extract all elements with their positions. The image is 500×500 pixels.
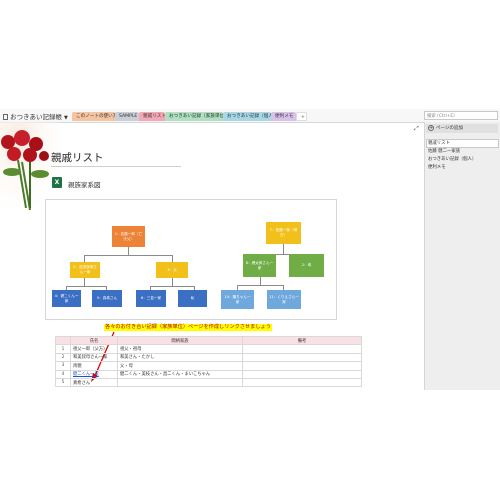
tab-memo[interactable]: 便利メモ xyxy=(271,112,296,121)
cell-name[interactable]: 和美叔母さん一家 xyxy=(70,352,118,363)
tree-node: 4：健二くん一家 xyxy=(52,290,81,307)
table-row: 2 和美叔母さん一家 和美さん・たかし xyxy=(55,352,362,363)
family-page-link[interactable]: 健二くん一家 xyxy=(73,372,99,377)
title-divider xyxy=(51,166,181,167)
column-header: 氏名 xyxy=(70,335,118,346)
cell-name[interactable]: 真希さん xyxy=(70,377,118,388)
table-header-row: 氏名 間柄家族 備考 xyxy=(55,335,362,346)
tab-records-family[interactable]: おつきあい記録（家族単位） xyxy=(165,112,229,121)
notebook-title: おつきあい記録帳 xyxy=(10,113,62,121)
cell-note[interactable] xyxy=(242,344,362,354)
page-item[interactable]: 佐藤 健二一家族 xyxy=(428,148,460,154)
tab-howto[interactable]: このノートの使い方 xyxy=(72,112,117,121)
tree-node: 5：真希さん xyxy=(92,290,122,307)
tree-node: 3：父 xyxy=(156,262,188,278)
connector xyxy=(237,285,283,286)
cell-relation[interactable] xyxy=(117,377,243,388)
relatives-table: 氏名 間柄家族 備考 1 祖父一郎（父方） 祖父・祖母 2 和美叔母さん一家 和… xyxy=(55,335,362,388)
connector xyxy=(260,277,261,285)
row-number: 3 xyxy=(55,361,71,371)
cell-name[interactable]: 健二くん一家 xyxy=(70,369,118,379)
add-page-icon: + xyxy=(428,125,434,131)
connector xyxy=(283,244,284,254)
table-row: 1 祖父一郎（父方） 祖父・祖母 xyxy=(55,344,362,354)
tree-node: 8：健太郎さん一家 xyxy=(243,254,276,277)
cell-relation[interactable]: 祖父・祖母 xyxy=(117,344,243,354)
tree-node: 1：佐藤一郎（亡き父） xyxy=(112,226,145,247)
row-number: 1 xyxy=(55,344,71,354)
cell-relation[interactable]: 父・母 xyxy=(117,361,243,371)
cell-name[interactable]: 両親 xyxy=(70,361,118,371)
tree-node: 2：母 xyxy=(289,254,324,277)
family-tree-diagram: 1：佐藤一郎（亡き父） 2：吉田良明さん一家 3：父 4：健二くん一家 5：真希… xyxy=(45,199,337,320)
row-number: 4 xyxy=(55,369,71,379)
notebook-selector[interactable]: おつきあい記録帳 ▼ xyxy=(3,111,68,121)
tab-records-individual[interactable]: おつきあい記録（個人） xyxy=(223,112,278,121)
connector xyxy=(84,255,172,256)
cell-note[interactable] xyxy=(242,352,362,363)
cell-name[interactable]: 祖父一郎（父方） xyxy=(70,344,118,354)
table-row: 5 真希さん xyxy=(55,377,362,388)
connector xyxy=(150,286,194,287)
connector xyxy=(66,286,106,287)
cell-note[interactable] xyxy=(242,361,362,371)
cell-relation[interactable]: 健二くん・美枝さん・昌二くん・まいこちゃん xyxy=(117,369,243,379)
page-list-pane xyxy=(424,122,500,390)
row-number: 2 xyxy=(55,352,71,363)
cell-relation[interactable]: 和美さん・たかし xyxy=(117,352,243,363)
connector xyxy=(128,247,129,255)
tab-sample[interactable]: SAMPLE xyxy=(115,112,139,121)
tree-node: 6：三並一家 xyxy=(136,290,166,307)
excel-file-icon[interactable]: X xyxy=(52,177,62,188)
page-item[interactable]: おつきあい記録（個人） xyxy=(428,156,476,162)
row-number: 5 xyxy=(55,377,71,388)
tab-relatives-list[interactable]: 親戚リスト xyxy=(139,112,166,121)
notebook-icon xyxy=(3,114,8,120)
callout-note: 各々のお付き合い記録（家族単位）ページを作成しリンクさせましょう xyxy=(104,324,272,331)
add-section-button[interactable]: + xyxy=(296,112,307,121)
cell-note[interactable] xyxy=(242,377,362,388)
tree-node: 10：隆ちゃん一家 xyxy=(221,290,254,309)
table-row: 4 健二くん一家 健二くん・美枝さん・昌二くん・まいこちゃん xyxy=(55,369,362,379)
tree-node: 11：くりえさん一家 xyxy=(267,290,301,309)
attachment-label[interactable]: 親族家系図 xyxy=(68,179,101,189)
page-item[interactable]: 親戚リスト xyxy=(428,140,450,146)
column-header: 備考 xyxy=(242,335,362,346)
tree-node: 2：吉田良明さん一家 xyxy=(70,262,100,278)
table-row: 3 両親 父・母 xyxy=(55,361,362,371)
chevron-down-icon: ▼ xyxy=(64,115,68,121)
cell-note[interactable] xyxy=(242,369,362,379)
connector xyxy=(84,278,85,286)
page-item[interactable]: 便利メモ xyxy=(428,164,446,170)
add-page-label: ページの追加 xyxy=(436,126,463,131)
tree-node: 7：佐藤一家（母方） xyxy=(266,222,301,244)
page-title: 親戚リスト xyxy=(51,152,104,164)
add-page-button[interactable]: + ページの追加 xyxy=(426,124,498,133)
tree-node: 私 xyxy=(178,290,207,307)
connector xyxy=(172,278,173,286)
column-header: 間柄家族 xyxy=(117,335,243,346)
search-input[interactable]: 検索 (Ctrl+E) xyxy=(424,111,498,120)
column-header xyxy=(55,335,71,346)
expand-icon[interactable]: ⤢ xyxy=(414,125,419,133)
